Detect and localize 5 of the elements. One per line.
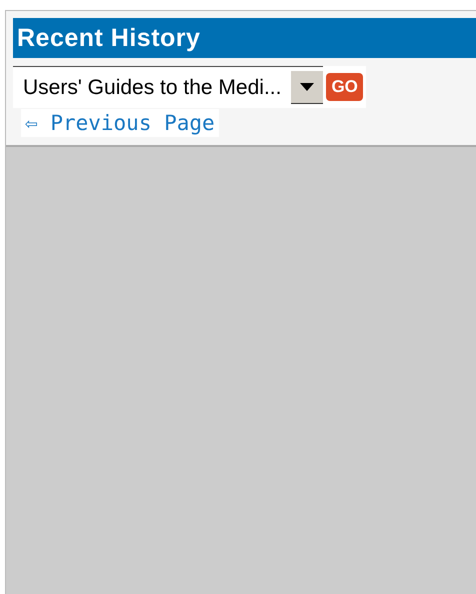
history-select[interactable]: Users' Guides to the Medi...	[13, 66, 324, 108]
panel-title: Recent History	[13, 18, 476, 58]
caret-icon	[300, 83, 314, 91]
previous-page-link[interactable]: ⇦ Previous Page	[21, 109, 219, 137]
go-button[interactable]: GO	[326, 73, 363, 101]
